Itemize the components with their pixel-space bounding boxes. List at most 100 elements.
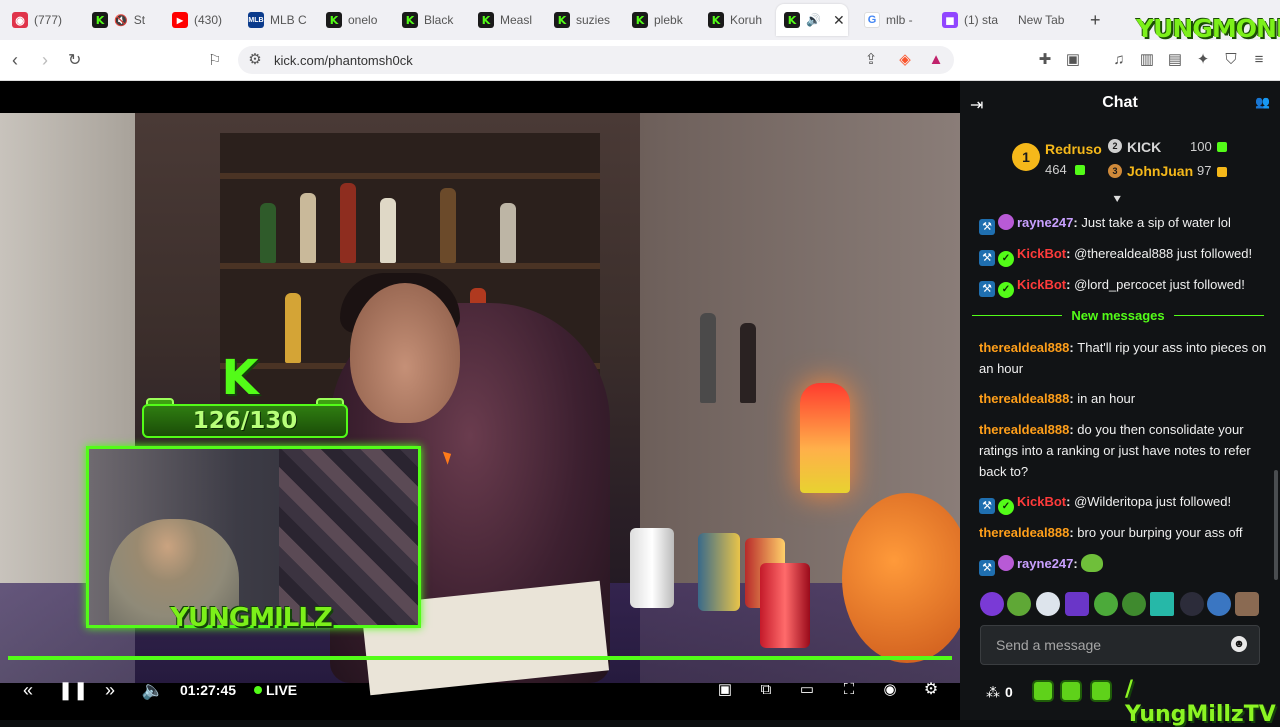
mini-player-icon[interactable]: ▣ (714, 680, 736, 700)
tab-active[interactable]: K 🔊 ✕ (776, 4, 848, 36)
emote-icon[interactable] (1150, 592, 1174, 616)
chat-username[interactable]: rayne247 (1017, 556, 1073, 571)
bookmark-icon[interactable]: ⚐ (208, 51, 221, 69)
live-label[interactable]: LIVE (266, 682, 297, 698)
tab-8[interactable]: Ksuzies (546, 4, 622, 36)
clip-icon[interactable]: ⧉ (755, 680, 777, 700)
scene-bottle (440, 188, 456, 263)
channel-points-icon[interactable]: ⁂ (986, 684, 1000, 701)
bot-badge-icon: ⚒ (979, 498, 995, 514)
chat-text: @therealdeal888 just followed! (1074, 246, 1253, 261)
new-messages-label[interactable]: New messages (1062, 308, 1174, 323)
leaderboard-value-2: 100 (1190, 139, 1212, 154)
emote-icon[interactable] (1065, 592, 1089, 616)
kick-icon: K (554, 12, 570, 28)
kick-icon: K (402, 12, 418, 28)
tab-12[interactable]: Gmlb - (856, 4, 932, 36)
tab-7[interactable]: K Measl (470, 4, 546, 36)
tab-3[interactable]: ▶ (430) (164, 4, 240, 36)
new-messages-divider (972, 315, 1062, 316)
expand-pinned-icon[interactable]: ⯆ (1112, 192, 1122, 208)
scene-shelf (220, 173, 600, 179)
fast-forward-icon[interactable]: » (98, 680, 122, 700)
close-tab-icon[interactable]: ✕ (833, 12, 845, 29)
chat-username[interactable]: therealdeal888 (979, 525, 1069, 540)
quality-icon[interactable]: ◉ (879, 680, 901, 700)
verified-badge-icon: ✓ (998, 282, 1014, 298)
emote-icon[interactable] (1207, 592, 1231, 616)
tab-search-icon[interactable]: ▣ (1064, 51, 1082, 69)
twitter-social-icon (1060, 680, 1082, 702)
tab-1[interactable]: ◉ (777) (4, 4, 80, 36)
emote-icon[interactable] (980, 592, 1004, 616)
menu-icon[interactable]: ≡ (1250, 51, 1268, 69)
emote-icon[interactable] (1094, 592, 1118, 616)
chat-username[interactable]: KickBot (1017, 494, 1066, 509)
tab-9[interactable]: Kplebk (624, 4, 700, 36)
media-icon[interactable]: ♫ (1110, 51, 1128, 69)
emote-icon[interactable] (1036, 592, 1060, 616)
browser-tab-strip: ◉ (777) K 🔇 St ▶ (430) MLB MLB C Konelo K Blac… (0, 0, 1280, 40)
url-text[interactable]: kick.com/phantomsh0ck (274, 53, 413, 68)
chat-text: @lord_percocet just followed! (1074, 277, 1245, 292)
rewind-icon[interactable]: « (16, 680, 40, 700)
chat-message: ⚒ ✓ KickBot: @lord_percocet just followed! (979, 274, 1269, 298)
tab-new[interactable]: New Tab (1010, 4, 1086, 36)
twitch-icon: ◼ (942, 12, 958, 28)
tab-4[interactable]: MLB MLB C (240, 4, 316, 36)
bot-badge-icon: ⚒ (979, 281, 995, 297)
chat-username[interactable]: KickBot (1017, 246, 1066, 261)
chat-username[interactable]: therealdeal888 (979, 340, 1069, 355)
chat-scrollbar[interactable] (1274, 470, 1278, 580)
chat-text: bro your burping your ass off (1077, 525, 1243, 540)
kick-icon: K (478, 12, 494, 28)
share-icon[interactable]: ⇪ (862, 51, 880, 69)
chat-message: ⚒ rayne247: Just take a sip of water lol (979, 212, 1269, 235)
volume-icon[interactable]: 🔈 (141, 680, 165, 700)
leo-ai-icon[interactable]: ✦ (1194, 51, 1212, 69)
brave-shield-icon[interactable]: ◈ (896, 51, 914, 69)
extensions-icon[interactable]: ✚ (1036, 51, 1054, 69)
scene-bottle (380, 198, 396, 263)
new-tab-plus-icon[interactable]: + (1090, 10, 1101, 31)
pause-icon[interactable]: ❚❚ (58, 680, 88, 700)
tab-label: Black (424, 13, 454, 27)
chat-message-input[interactable] (996, 634, 1216, 656)
forward-arrow-icon[interactable]: › (42, 50, 48, 71)
gift-currency-icon (1217, 167, 1227, 177)
chat-username[interactable]: therealdeal888 (979, 422, 1069, 437)
tab-10[interactable]: K Koruh (700, 4, 776, 36)
tab-2[interactable]: K 🔇 St (84, 4, 160, 36)
brand-overlay-text: YUNGMONEY (1136, 14, 1280, 43)
brave-rewards-icon[interactable]: ▲ (927, 51, 945, 69)
reload-icon[interactable]: ↻ (68, 50, 81, 70)
emote-icon[interactable] (1180, 592, 1204, 616)
new-messages-divider (1174, 315, 1264, 316)
bot-badge-icon: ⚒ (979, 250, 995, 266)
chat-users-icon[interactable]: 👥 (1255, 95, 1270, 109)
fullscreen-icon[interactable]: ⛶ (838, 680, 860, 700)
tab-5[interactable]: Konelo (318, 4, 394, 36)
emote-icon[interactable] (1122, 592, 1146, 616)
chat-username[interactable]: KickBot (1017, 277, 1066, 292)
kick-icon: K (708, 12, 724, 28)
emoji-picker-icon[interactable]: ☻ (1231, 636, 1247, 652)
emote-icon[interactable] (1235, 592, 1259, 616)
tab-label: (430) (194, 13, 223, 27)
live-indicator-icon (254, 686, 262, 694)
theater-mode-icon[interactable]: ▭ (796, 680, 818, 700)
site-settings-icon[interactable]: ⚙ (246, 51, 264, 69)
vpn-icon[interactable]: ⛉ (1222, 51, 1240, 69)
wallet-icon[interactable]: ▤ (1166, 51, 1184, 69)
settings-gear-icon[interactable]: ⚙ (920, 680, 942, 700)
tab-13[interactable]: ◼ (1) sta (934, 4, 1010, 36)
back-arrow-icon[interactable]: ‹ (12, 50, 18, 71)
webcam-poster-wall (279, 449, 418, 625)
chat-username[interactable]: therealdeal888 (979, 391, 1069, 406)
tab-6[interactable]: K Black (394, 4, 470, 36)
emote-icon[interactable] (1007, 592, 1031, 616)
chat-username[interactable]: rayne247 (1017, 215, 1073, 230)
scene-pumpkin (842, 493, 960, 663)
sidebar-icon[interactable]: ▥ (1138, 51, 1156, 69)
video-progress-bar[interactable] (8, 656, 952, 660)
